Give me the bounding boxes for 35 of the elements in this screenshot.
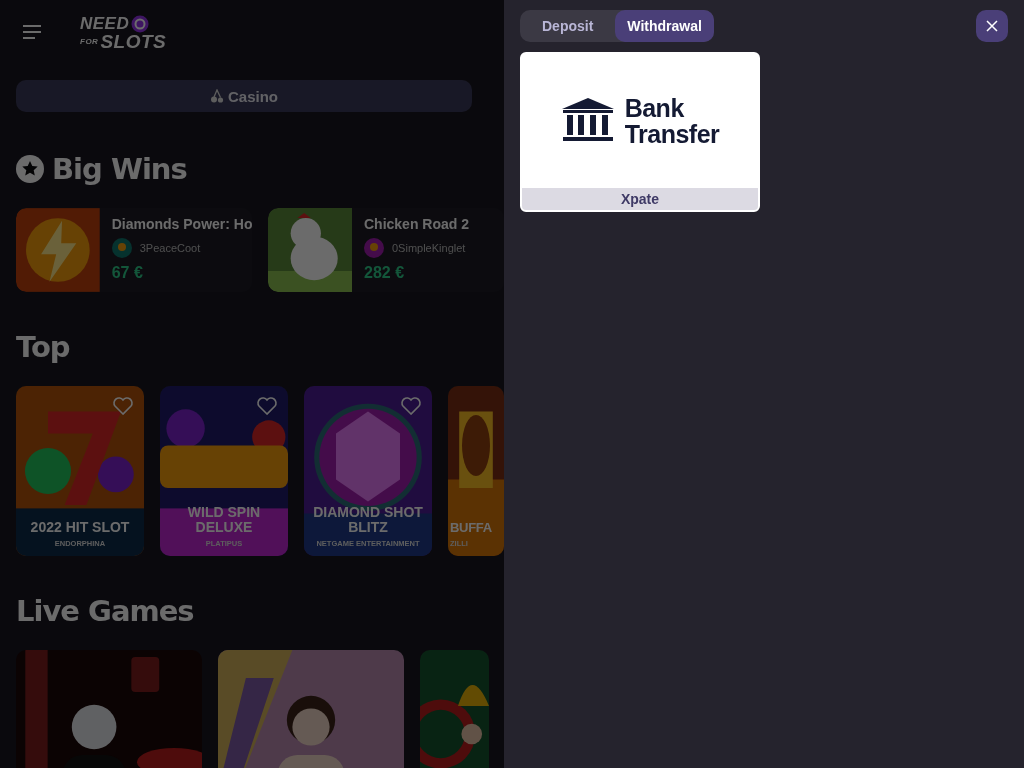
logo-text: FOR bbox=[80, 35, 99, 48]
section-title: Top bbox=[16, 330, 70, 364]
player-name: 3PeaceCoot bbox=[139, 242, 201, 254]
game-title: Chicken Road 2 bbox=[364, 216, 470, 232]
tab[interactable]: Deposit bbox=[520, 10, 616, 42]
logo-text: SLOTS bbox=[100, 32, 167, 50]
close-icon bbox=[986, 20, 998, 32]
section-title: Live Games bbox=[16, 594, 194, 628]
casino-button[interactable]: Casino bbox=[16, 80, 472, 112]
avatar-icon bbox=[111, 238, 132, 258]
game-title: Diamonds Power: Ho bbox=[111, 216, 252, 232]
game-title: 2022 HIT SLOT bbox=[29, 520, 131, 535]
heart-icon[interactable] bbox=[112, 396, 134, 416]
logo-text: NEED bbox=[80, 15, 130, 32]
section-title: Big Wins bbox=[52, 152, 187, 186]
heart-icon[interactable] bbox=[400, 396, 422, 416]
logo-text: Transfer bbox=[624, 121, 720, 147]
win-amount: 67 € bbox=[111, 264, 144, 282]
player-name: 0SimpleKinglet bbox=[392, 242, 466, 254]
game-title: DIAMOND SHOT BLITZ bbox=[312, 505, 424, 535]
bank-icon bbox=[560, 98, 615, 144]
avatar-icon bbox=[364, 238, 384, 258]
game-title: WILD SPIN DELUXE bbox=[186, 505, 262, 535]
cherry-icon bbox=[210, 89, 224, 103]
heart-icon[interactable] bbox=[256, 396, 278, 416]
big-win-card[interactable]: Diamonds Power: Ho 3PeaceCoot 67 € bbox=[16, 208, 252, 292]
provider-name: Xpate bbox=[522, 188, 758, 210]
close-button[interactable] bbox=[976, 10, 1008, 42]
menu-icon[interactable] bbox=[22, 25, 42, 39]
payment-method-card[interactable]: Bank Transfer Xpate bbox=[520, 52, 760, 212]
logo-text: Bank bbox=[624, 95, 685, 121]
win-amount: 282 € bbox=[364, 264, 406, 282]
chip-icon bbox=[131, 14, 150, 33]
tab[interactable]: Withdrawal bbox=[615, 10, 714, 42]
game-title: BUFFA bbox=[450, 520, 492, 535]
